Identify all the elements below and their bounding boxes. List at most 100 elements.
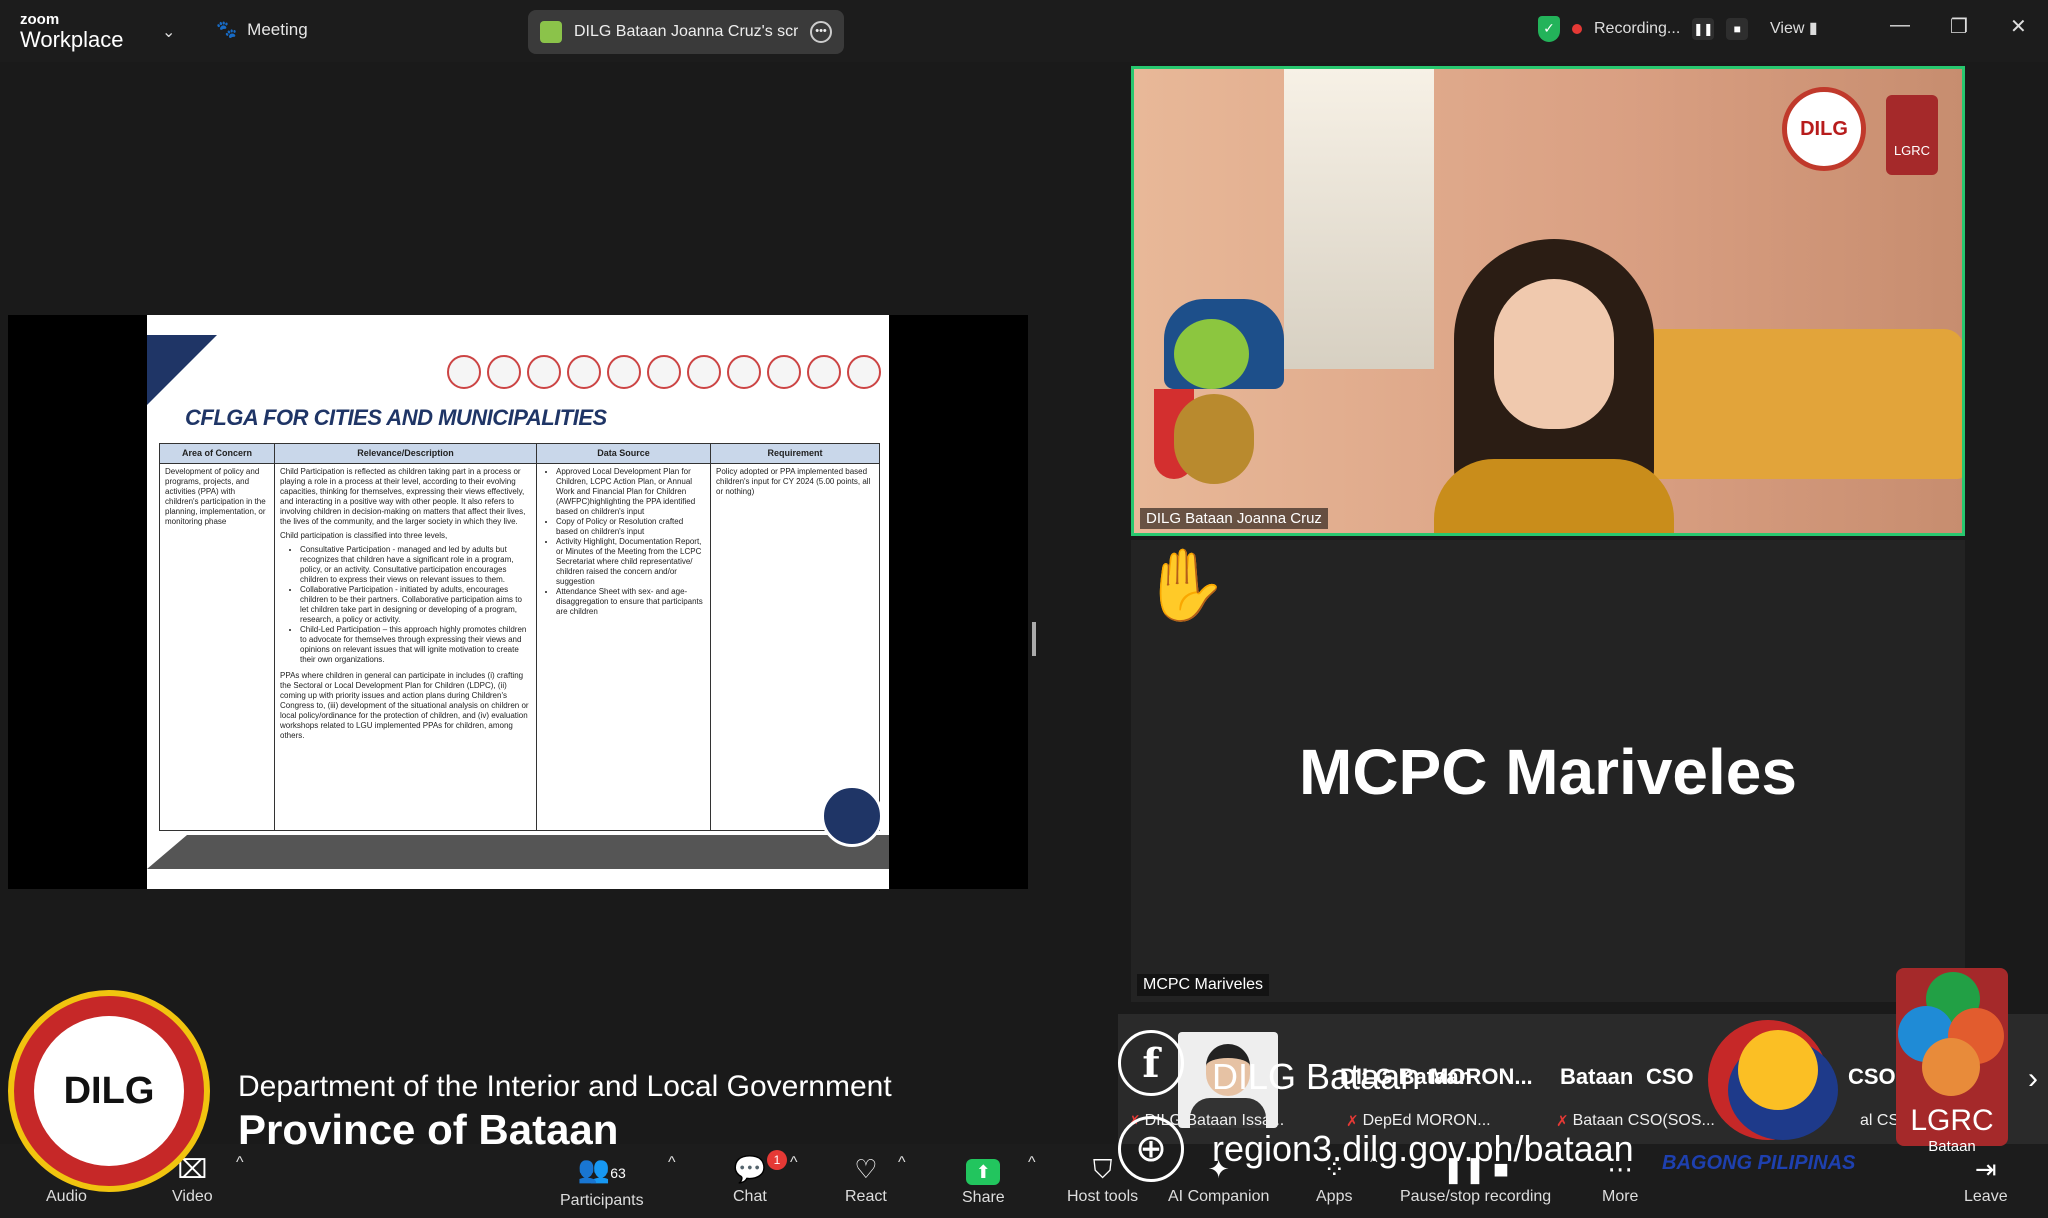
next-page-icon[interactable]: ›	[2028, 1062, 2038, 1096]
column-header: Requirement	[710, 443, 880, 464]
lgrc-subtext: Bataan	[1928, 1138, 1976, 1155]
leave-button[interactable]: ⇥ Leave	[1964, 1154, 2008, 1206]
recording-label: Recording...	[1594, 20, 1681, 37]
chat-options-caret[interactable]: ^	[790, 1154, 798, 1172]
chevron-down-icon[interactable]: ⌄	[162, 22, 175, 42]
view-label: View	[1770, 20, 1805, 37]
overlay-website: region3.dilg.gov.ph/bataan	[1212, 1128, 1634, 1169]
participation-level-item: Collaborative Participation - initiated …	[300, 585, 531, 625]
partner-seal-icon	[447, 355, 481, 389]
partner-seal-icon	[487, 355, 521, 389]
partner-seal-icon	[687, 355, 721, 389]
lgrc-badge-icon: LGRC	[1886, 95, 1938, 175]
participants-button[interactable]: 👥63 Participants	[560, 1154, 644, 1210]
share-pill-text: DILG Bataan Joanna Cruz's screen	[574, 23, 798, 40]
chat-button[interactable]: 💬 1 Chat	[733, 1150, 787, 1206]
react-button[interactable]: ♡ React	[845, 1154, 887, 1206]
share-options-caret[interactable]: ^	[1028, 1154, 1036, 1172]
strip-tile-name: CSO	[1848, 1064, 1896, 1089]
share-indicator-pill[interactable]: DILG Bataan Joanna Cruz's screen •••	[528, 10, 844, 54]
react-options-caret[interactable]: ^	[898, 1154, 906, 1172]
data-source-cell: Approved Local Development Plan for Chil…	[536, 463, 711, 831]
zoom-window: zoom Workplace ⌄ 🐾 Meeting DILG Bataan J…	[0, 0, 2048, 1218]
participant-name-label: MCPC Mariveles	[1137, 974, 1270, 996]
record-dot-icon	[1572, 24, 1582, 34]
globe-icon: ⊕	[1118, 1116, 1184, 1182]
meeting-paw-icon: 🐾	[216, 20, 238, 39]
top-bar: zoom Workplace ⌄ 🐾 Meeting DILG Bataan J…	[0, 0, 2048, 62]
close-icon[interactable]: ✕	[2010, 14, 2027, 39]
partner-seal-icon	[527, 355, 561, 389]
data-source-item: Attendance Sheet with sex- and age-disag…	[556, 587, 705, 617]
partner-seal-icon	[567, 355, 601, 389]
presentation-slide: CFLGA FOR CITIES AND MUNICIPALITIES Area…	[147, 315, 889, 889]
share-button[interactable]: ⬆ Share	[962, 1154, 1005, 1207]
security-shield-icon[interactable]: ✓	[1538, 16, 1560, 42]
participants-options-caret[interactable]: ^	[668, 1154, 676, 1172]
stop-recording-icon[interactable]: ■	[1726, 18, 1749, 40]
participants-icon: 👥63	[577, 1154, 626, 1184]
turtle-mascot	[1154, 319, 1264, 489]
partner-seal-icon	[767, 355, 801, 389]
partner-logos	[447, 355, 881, 389]
leave-icon: ⇥	[1974, 1154, 1997, 1184]
criteria-table: Area of Concern Relevance/Description Da…	[159, 443, 880, 831]
slide-corner-decoration	[147, 335, 217, 405]
lgrc-logo: LGRC Bataan	[1896, 968, 2008, 1155]
pause-recording-icon[interactable]: ❚❚	[1692, 18, 1715, 40]
dilg-seal-logo: DILG	[8, 990, 210, 1192]
column-header: Relevance/Description	[274, 443, 537, 464]
share-arrow-icon: ⬆	[966, 1159, 1001, 1185]
relevance-paragraph: PPAs where children in general can parti…	[280, 671, 529, 740]
raised-hand-icon: ✋	[1141, 546, 1229, 624]
bagong-pilipinas-text: BAGONG PILIPINAS	[1662, 1152, 1856, 1174]
partner-seal-icon	[727, 355, 761, 389]
relevance-cell: Child Participation is reflected as chil…	[274, 463, 537, 831]
facebook-icon: f	[1118, 1030, 1184, 1096]
split-resize-handle[interactable]	[1032, 622, 1036, 656]
lgrc-text: LGRC	[1910, 1104, 1994, 1137]
more-options-icon[interactable]: •••	[810, 21, 832, 43]
partner-seal-icon	[847, 355, 881, 389]
dilg-badge-icon: DILG	[1782, 87, 1866, 171]
partner-seal-icon	[807, 355, 841, 389]
meeting-label: Meeting	[247, 20, 308, 39]
participation-level-item: Child-Led Participation – this approach …	[300, 625, 531, 665]
participant-display-name: MCPC Mariveles	[1299, 736, 1797, 808]
zoom-logo: zoom Workplace	[20, 12, 124, 51]
area-of-concern-cell: Development of policy and programs, proj…	[159, 463, 275, 831]
participant-video	[1434, 239, 1674, 533]
table-header-row: Area of Concern Relevance/Description Da…	[159, 443, 880, 464]
slide-title: CFLGA FOR CITIES AND MUNICIPALITIES	[185, 405, 607, 430]
slide-footer-bar	[147, 835, 889, 869]
child-friendly-seal-icon	[821, 785, 883, 847]
view-grid-icon: ▮	[1808, 20, 1818, 37]
overlay-department-text: Department of the Interior and Local Gov…	[238, 1070, 892, 1103]
bagong-pilipinas-logo	[1688, 1000, 1848, 1140]
data-source-item: Activity Highlight, Documentation Report…	[556, 537, 705, 587]
chat-icon: 💬	[733, 1154, 767, 1184]
view-button[interactable]: View ▮	[1770, 18, 1818, 38]
restore-icon[interactable]: ❐	[1950, 14, 1968, 39]
logo-small: zoom	[20, 11, 60, 28]
data-source-item: Approved Local Development Plan for Chil…	[556, 467, 705, 517]
participant-name-tile[interactable]: ✋ MCPC Mariveles MCPC Mariveles	[1131, 540, 1965, 1002]
table-row: Development of policy and programs, proj…	[159, 463, 880, 831]
recording-indicator: ✓ Recording... ❚❚ ■	[1538, 16, 1749, 42]
meeting-menu[interactable]: 🐾 Meeting	[216, 20, 308, 40]
partner-seal-icon	[607, 355, 641, 389]
requirement-cell: Policy adopted or PPA implemented based …	[710, 463, 880, 831]
video-options-caret[interactable]: ^	[236, 1154, 244, 1172]
chat-unread-badge: 1	[767, 1150, 787, 1170]
active-speaker-video-tile[interactable]: DILG LGRC DILG Bataan Joanna Cruz	[1131, 66, 1965, 536]
overlay-province-text: Province of Bataan	[238, 1106, 619, 1153]
relevance-paragraph: Child participation is classified into t…	[280, 531, 448, 540]
strip-tile-name: CSO	[1646, 1064, 1694, 1089]
heart-icon: ♡	[854, 1154, 878, 1184]
window-light	[1284, 69, 1434, 369]
strip-tile-name: MORON...	[1430, 1064, 1533, 1089]
minimize-icon[interactable]: —	[1890, 14, 1910, 37]
participant-name-label: DILG Bataan Joanna Cruz	[1140, 508, 1328, 529]
dilg-seal-text: DILG	[34, 1016, 184, 1166]
column-header: Area of Concern	[159, 443, 275, 464]
